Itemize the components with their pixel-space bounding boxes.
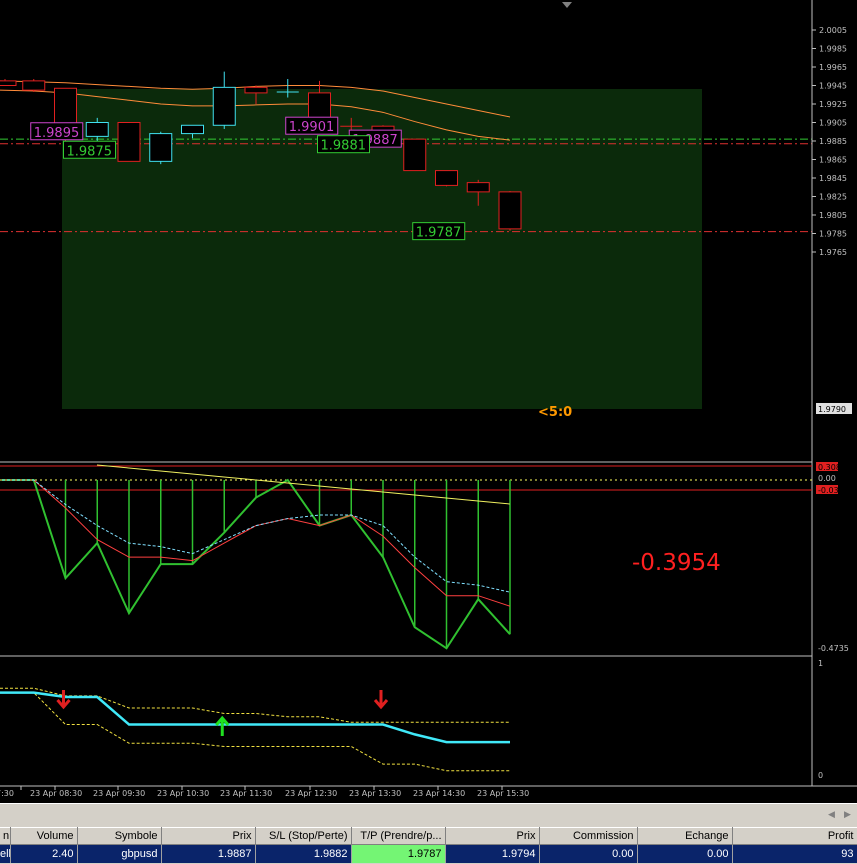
col-type[interactable]: n [0, 827, 11, 845]
col-swap[interactable]: Echange [637, 827, 733, 845]
col-commission[interactable]: Commission [539, 827, 638, 845]
current-price-label: 1.9790 [818, 405, 846, 414]
price-label: 1.9881 [317, 135, 370, 154]
scroll-left-icon[interactable]: ◀ [828, 810, 835, 820]
price-axis: 2.0005 1.9985 1.9965 1.9945 1.9925 1.9905 1.98… [812, 26, 847, 257]
trend-upper-band [0, 687, 510, 723]
time-tick-label: 7:30 [0, 789, 14, 798]
price-label: 1.9901 [285, 116, 339, 135]
col-volume[interactable]: Volume [10, 827, 78, 845]
oscillator-pane: 0.3085 0.00 -0.03 -0.4735 [0, 462, 849, 653]
svg-text:1.9895: 1.9895 [34, 126, 80, 141]
price-label: 1.9875 [63, 140, 116, 159]
col-profit[interactable]: Profit [732, 827, 857, 845]
time-tick-label: 23 Apr 13:30 [349, 789, 401, 798]
trend-lower-band [0, 692, 510, 772]
scroll-right-icon[interactable]: ▶ [844, 810, 851, 820]
time-tick-label: 23 Apr 11:30 [220, 789, 272, 798]
price-tick-label: 1.9945 [819, 82, 847, 91]
trend-axis-label: 1 [818, 659, 823, 668]
price-tick-label: 1.9825 [819, 193, 847, 202]
time-tick-label: 23 Apr 10:30 [157, 789, 209, 798]
oscillator-axis-label: -0.03 [818, 486, 839, 495]
table-row[interactable]: ell 2.40 gbpusd 1.9887 1.9882 1.9787 1.9… [0, 844, 857, 863]
oscillator-axis-label: 0.00 [818, 474, 836, 483]
price-label: 1.9895 [30, 122, 84, 141]
terminal-panel: ◀ ▶ n Volume Symbole Prix S/L (Stop/Pert… [0, 803, 857, 864]
cell-take-profit: 1.9787 [351, 844, 446, 863]
candle [117, 122, 141, 162]
time-tick-label: 23 Apr 14:30 [413, 789, 465, 798]
price-tick-label: 1.9785 [819, 230, 847, 239]
terminal-scrollbar[interactable]: ◀ ▶ [0, 803, 857, 825]
oscillator-axis-label: -0.4735 [818, 644, 849, 653]
cell-price: 1.9794 [445, 844, 540, 863]
svg-text:1.9881: 1.9881 [321, 139, 367, 154]
price-tick-label: 1.9885 [819, 137, 847, 146]
price-label: 1.9787 [412, 222, 466, 241]
trend-axis-label: 0 [818, 771, 823, 780]
trend-indicator-pane: 10 [0, 659, 823, 780]
cell-stop-loss: 1.9882 [255, 844, 352, 863]
price-tick-label: 1.9905 [819, 119, 847, 128]
candle [403, 138, 427, 172]
oscillator-green-line [2, 478, 511, 650]
candle [435, 170, 458, 187]
buy-arrow-icon [215, 715, 230, 736]
price-tick-label: 1.9765 [819, 248, 847, 257]
trend-line [0, 691, 510, 744]
cell-swap: 0.00 [637, 844, 733, 863]
price-tick-label: 1.9845 [819, 174, 847, 183]
col-price[interactable]: Prix [445, 827, 540, 845]
price-tick-label: 1.9865 [819, 156, 847, 165]
col-open-price[interactable]: Prix [161, 827, 256, 845]
cell-type: ell [0, 844, 11, 863]
chart-area[interactable]: 2.0005 1.9985 1.9965 1.9945 1.9925 1.9905 1.98… [0, 0, 857, 803]
current-price-marker: 1.9790 [816, 403, 852, 414]
cell-volume: 2.40 [10, 844, 78, 863]
candle [22, 79, 46, 92]
price-tick-label: 1.9805 [819, 211, 847, 220]
svg-text:1.9787: 1.9787 [416, 226, 462, 241]
sell-arrow-icon [56, 690, 71, 710]
trades-table: n Volume Symbole Prix S/L (Stop/Perte) T… [0, 827, 857, 863]
svg-text:1.9901: 1.9901 [289, 120, 335, 135]
time-tick-label: 23 Apr 15:30 [477, 789, 529, 798]
cell-profit: 93 [732, 844, 857, 863]
candle [498, 190, 522, 231]
time-tick-label: 23 Apr 09:30 [93, 789, 145, 798]
oscillator-yellow-line [96, 464, 510, 505]
sell-arrow-icon [373, 690, 389, 710]
price-tick-label: 1.9925 [819, 100, 847, 109]
trades-table-header: n Volume Symbole Prix S/L (Stop/Perte) T… [0, 827, 857, 845]
time-tick-label: 23 Apr 12:30 [285, 789, 337, 798]
cell-symbol: gbpusd [77, 844, 162, 863]
oscillator-value: -0.3954 [632, 550, 721, 576]
cell-open-price: 1.9887 [161, 844, 256, 863]
price-tick-label: 1.9965 [819, 63, 847, 72]
countdown-annotation: <5:0 [538, 405, 572, 420]
col-symbol[interactable]: Symbole [77, 827, 162, 845]
oscillator-axis-label: 0.3085 [818, 463, 846, 472]
cell-commission: 0.00 [539, 844, 638, 863]
time-axis: 7:30 23 Apr 08:30 23 Apr 09:30 23 Apr 10:30… [0, 786, 529, 798]
svg-text:1.9875: 1.9875 [67, 144, 113, 159]
candle [149, 131, 173, 165]
col-stop-loss[interactable]: S/L (Stop/Perte) [255, 827, 352, 845]
col-take-profit[interactable]: T/P (Prendre/p... [351, 827, 446, 845]
time-tick-label: 23 Apr 08:30 [30, 789, 82, 798]
price-tick-label: 1.9985 [819, 45, 847, 54]
price-tick-label: 2.0005 [819, 26, 847, 35]
